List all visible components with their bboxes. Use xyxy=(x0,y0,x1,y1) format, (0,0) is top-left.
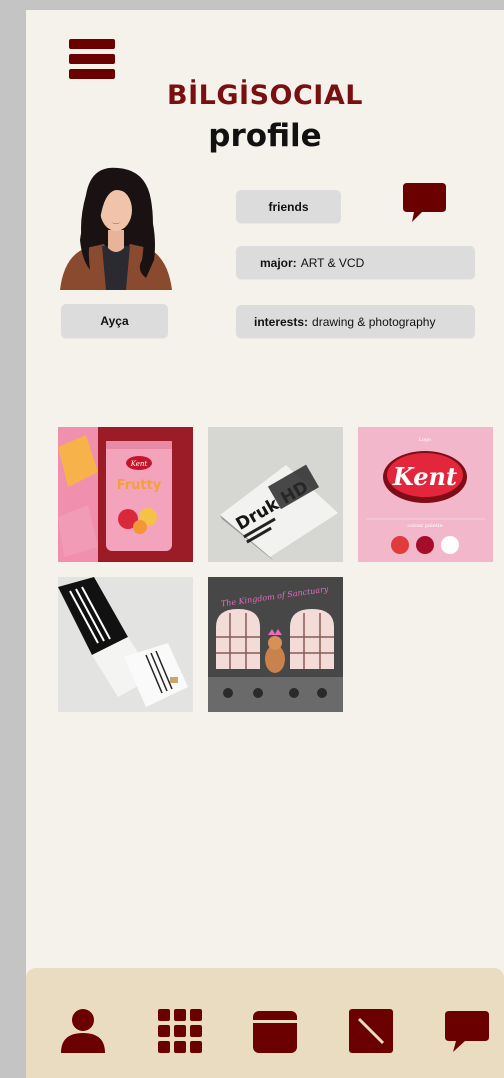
hamburger-menu-icon[interactable] xyxy=(69,39,115,83)
phone-screen: BİLGİSOCIAL profile friends major: ART & … xyxy=(26,10,504,1078)
calendar-icon[interactable] xyxy=(251,1007,299,1055)
friends-button[interactable]: friends xyxy=(236,190,341,223)
gallery-item-brochure-mockup[interactable] xyxy=(58,577,193,712)
avatar xyxy=(60,167,172,290)
interests-value: drawing & photography xyxy=(312,314,436,329)
page-title: profile xyxy=(208,118,322,154)
profile-name: Ayça xyxy=(61,304,168,338)
gallery-item-typography-poster[interactable]: Druk HD xyxy=(208,427,343,562)
edit-icon[interactable] xyxy=(347,1007,395,1055)
chat-icon[interactable] xyxy=(443,1007,491,1055)
major-value: ART & VCD xyxy=(300,255,365,270)
gallery-item-candy-packaging[interactable]: Kent Frutty xyxy=(58,427,193,562)
grid-icon[interactable] xyxy=(156,1007,204,1055)
logo-sheet-top-label: Logo xyxy=(419,437,432,443)
candy-brand-text: Kent xyxy=(130,460,148,468)
gallery-item-logo-sheet[interactable]: Logo Kent colour palette xyxy=(358,427,493,562)
gallery-item-book-cover[interactable]: The Kingdom of Sanctuary xyxy=(208,577,343,712)
logo-sheet-logo-text: Kent xyxy=(392,462,457,491)
candy-product-text: Frutty xyxy=(117,478,162,493)
interests-label: interests: xyxy=(254,314,309,329)
app-brand: BİLGİSOCIAL xyxy=(167,80,363,111)
logo-sheet-palette-label: colour palette xyxy=(407,523,442,529)
profile-icon[interactable] xyxy=(59,1007,107,1055)
major-field: major: ART & VCD xyxy=(236,246,475,279)
chat-bubble-icon[interactable] xyxy=(402,181,447,224)
major-label: major: xyxy=(260,255,297,270)
interests-field: interests: drawing & photography xyxy=(236,305,475,338)
